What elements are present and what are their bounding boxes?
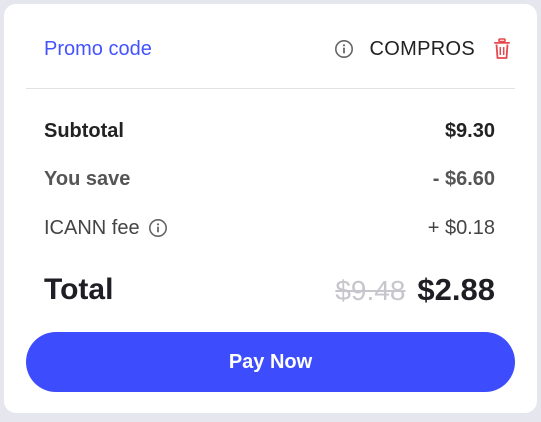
final-total: $2.88 <box>417 272 495 307</box>
pay-now-button[interactable]: Pay Now <box>26 332 515 392</box>
promo-code-link[interactable]: Promo code <box>44 38 152 61</box>
applied-promo: COMPROS <box>334 38 511 61</box>
you-save-label: You save <box>44 167 131 190</box>
info-icon[interactable] <box>334 39 354 59</box>
original-total: $9.48 <box>335 275 406 306</box>
promo-row: Promo code COMPROS <box>44 32 511 66</box>
divider <box>26 88 515 89</box>
subtotal-row: Subtotal $9.30 <box>44 118 495 144</box>
total-values: $9.48 $2.88 <box>335 272 495 308</box>
total-row: Total $9.48 $2.88 <box>44 268 495 312</box>
subtotal-label: Subtotal <box>44 119 124 142</box>
you-save-value: - $6.60 <box>432 167 495 190</box>
icann-fee-label-group: ICANN fee <box>44 217 168 240</box>
total-label: Total <box>44 273 114 306</box>
order-summary-card: Promo code COMPROS Subtotal $9.30 You sa… <box>4 4 537 413</box>
promo-code-value: COMPROS <box>369 37 475 60</box>
subtotal-value: $9.30 <box>444 119 495 142</box>
icann-fee-row: ICANN fee + $0.18 <box>44 215 495 241</box>
info-icon[interactable] <box>148 218 168 238</box>
icann-fee-label: ICANN fee <box>44 216 140 239</box>
trash-icon[interactable] <box>493 38 511 60</box>
you-save-row: You save - $6.60 <box>44 166 495 192</box>
icann-fee-value: + $0.18 <box>427 216 495 239</box>
